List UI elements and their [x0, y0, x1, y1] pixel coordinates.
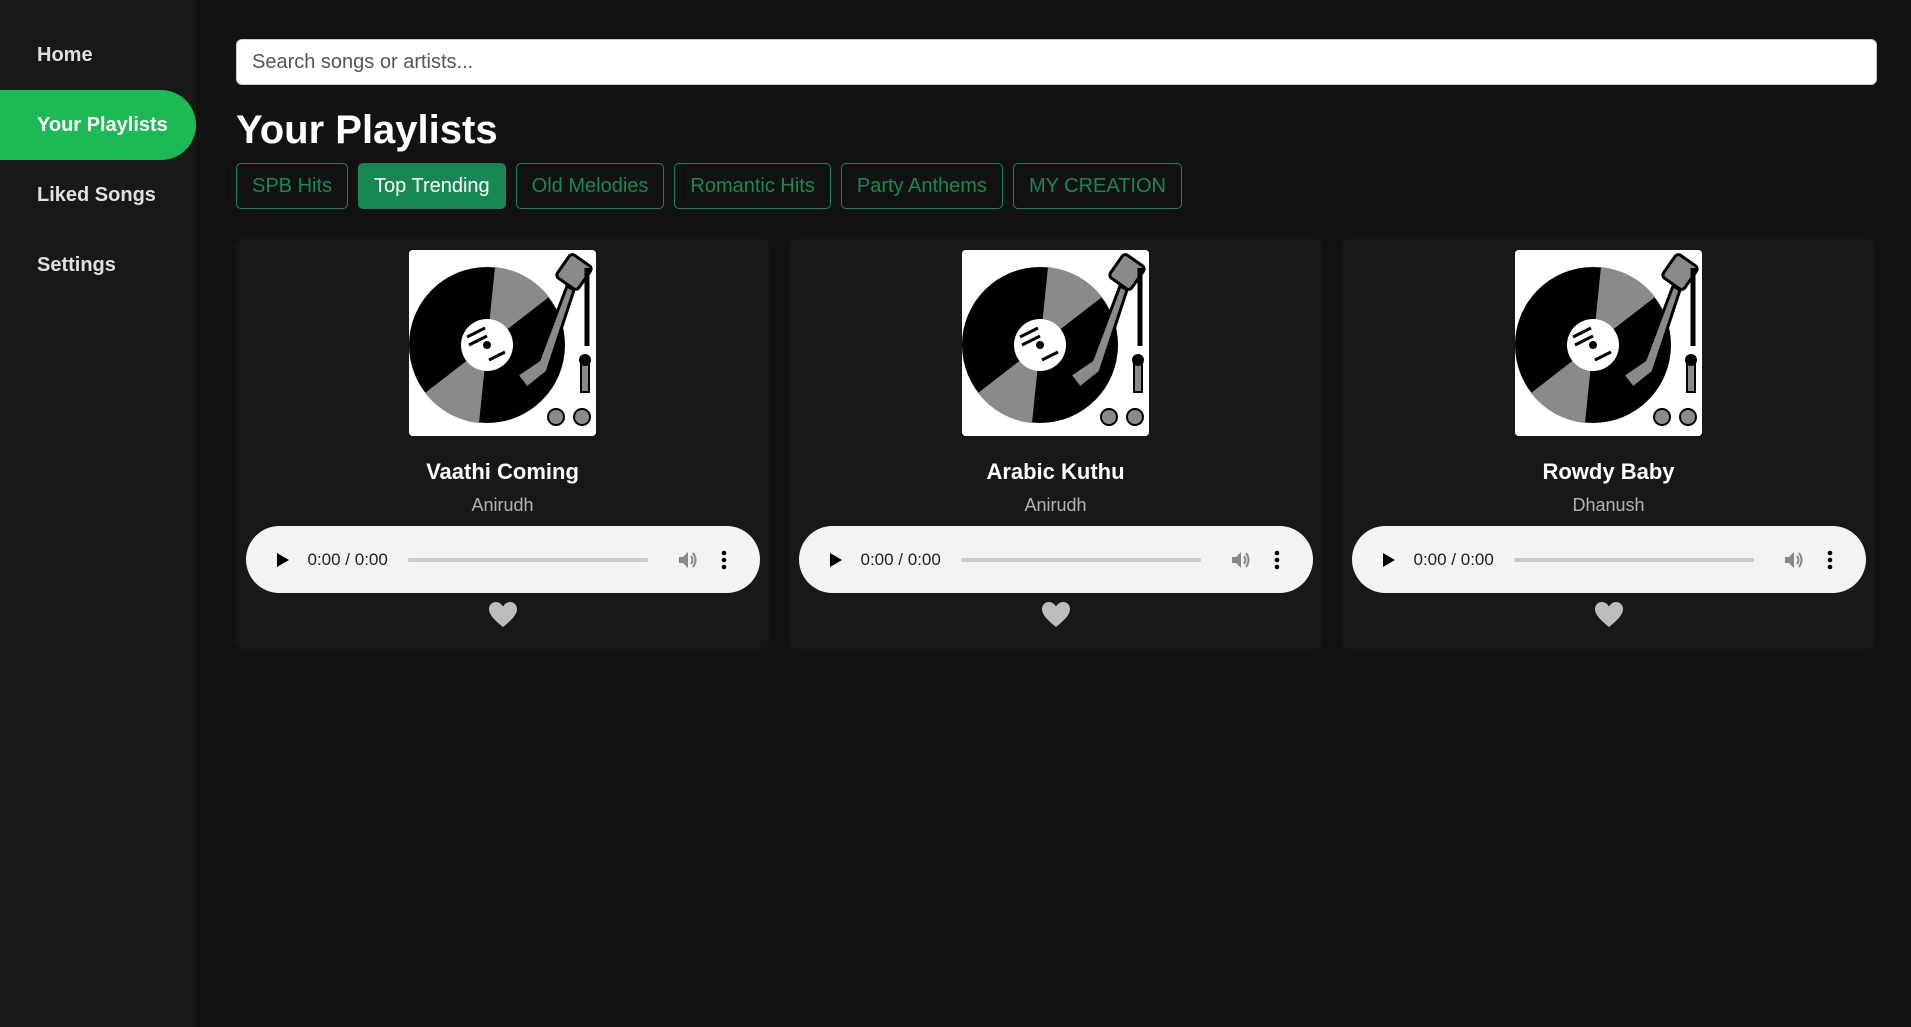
playlist-tabs: SPB Hits Top Trending Old Melodies Roman…	[236, 163, 1877, 209]
more-options-icon[interactable]	[1822, 548, 1838, 572]
progress-bar[interactable]	[407, 557, 648, 562]
playlist-tab-romantic-hits[interactable]: Romantic Hits	[674, 163, 831, 209]
more-options-icon[interactable]	[716, 548, 732, 572]
audio-player: 0:00 / 0:00	[245, 526, 760, 593]
audio-player: 0:00 / 0:00	[1351, 526, 1866, 593]
volume-icon[interactable]	[676, 548, 700, 572]
song-grid: Vaathi Coming Anirudh 0:00 / 0:00 Arabic…	[236, 239, 1877, 649]
song-artist: Anirudh	[471, 495, 534, 515]
more-options-icon[interactable]	[1269, 548, 1285, 572]
turntable-icon	[1515, 250, 1702, 436]
heart-icon[interactable]	[1594, 601, 1624, 629]
playback-time: 0:00 / 0:00	[307, 549, 388, 569]
sidebar-item-settings[interactable]: Settings	[0, 230, 196, 300]
playlist-tab-top-trending[interactable]: Top Trending	[358, 163, 506, 209]
play-icon[interactable]	[272, 549, 294, 571]
song-card: Arabic Kuthu Anirudh 0:00 / 0:00	[789, 239, 1322, 649]
progress-bar[interactable]	[1513, 557, 1754, 562]
turntable-icon	[409, 250, 596, 436]
volume-icon[interactable]	[1229, 548, 1253, 572]
playlist-tab-party-anthems[interactable]: Party Anthems	[840, 163, 1003, 209]
song-artist: Anirudh	[1024, 495, 1087, 515]
sidebar-item-liked-songs[interactable]: Liked Songs	[0, 160, 196, 230]
playlist-tab-my-creation[interactable]: MY CREATION	[1012, 163, 1182, 209]
playback-time: 0:00 / 0:00	[1413, 549, 1494, 569]
playlist-tab-spb-hits[interactable]: SPB Hits	[236, 163, 349, 209]
heart-icon[interactable]	[488, 601, 518, 629]
song-card: Rowdy Baby Dhanush 0:00 / 0:00	[1342, 239, 1875, 649]
volume-icon[interactable]	[1782, 548, 1806, 572]
song-title: Vaathi Coming	[426, 459, 579, 484]
playback-time: 0:00 / 0:00	[860, 549, 941, 569]
playlist-tab-old-melodies[interactable]: Old Melodies	[515, 163, 665, 209]
song-title: Arabic Kuthu	[986, 459, 1125, 484]
sidebar-item-your-playlists[interactable]: Your Playlists	[0, 90, 196, 160]
main-content: Your Playlists SPB Hits Top Trending Old…	[236, 39, 1877, 649]
search-input[interactable]	[236, 39, 1877, 85]
progress-bar[interactable]	[960, 557, 1201, 562]
audio-player: 0:00 / 0:00	[798, 526, 1313, 593]
song-card: Vaathi Coming Anirudh 0:00 / 0:00	[236, 239, 769, 649]
song-title: Rowdy Baby	[1542, 459, 1675, 484]
play-icon[interactable]	[825, 549, 847, 571]
page-title: Your Playlists	[236, 108, 498, 152]
song-artist: Dhanush	[1572, 495, 1645, 515]
sidebar: Home Your Playlists Liked Songs Settings	[0, 0, 196, 1027]
turntable-icon	[962, 250, 1149, 436]
sidebar-item-home[interactable]: Home	[0, 20, 196, 90]
play-icon[interactable]	[1378, 549, 1400, 571]
heart-icon[interactable]	[1041, 601, 1071, 629]
app-root: Home Your Playlists Liked Songs Settings…	[0, 0, 1911, 1027]
